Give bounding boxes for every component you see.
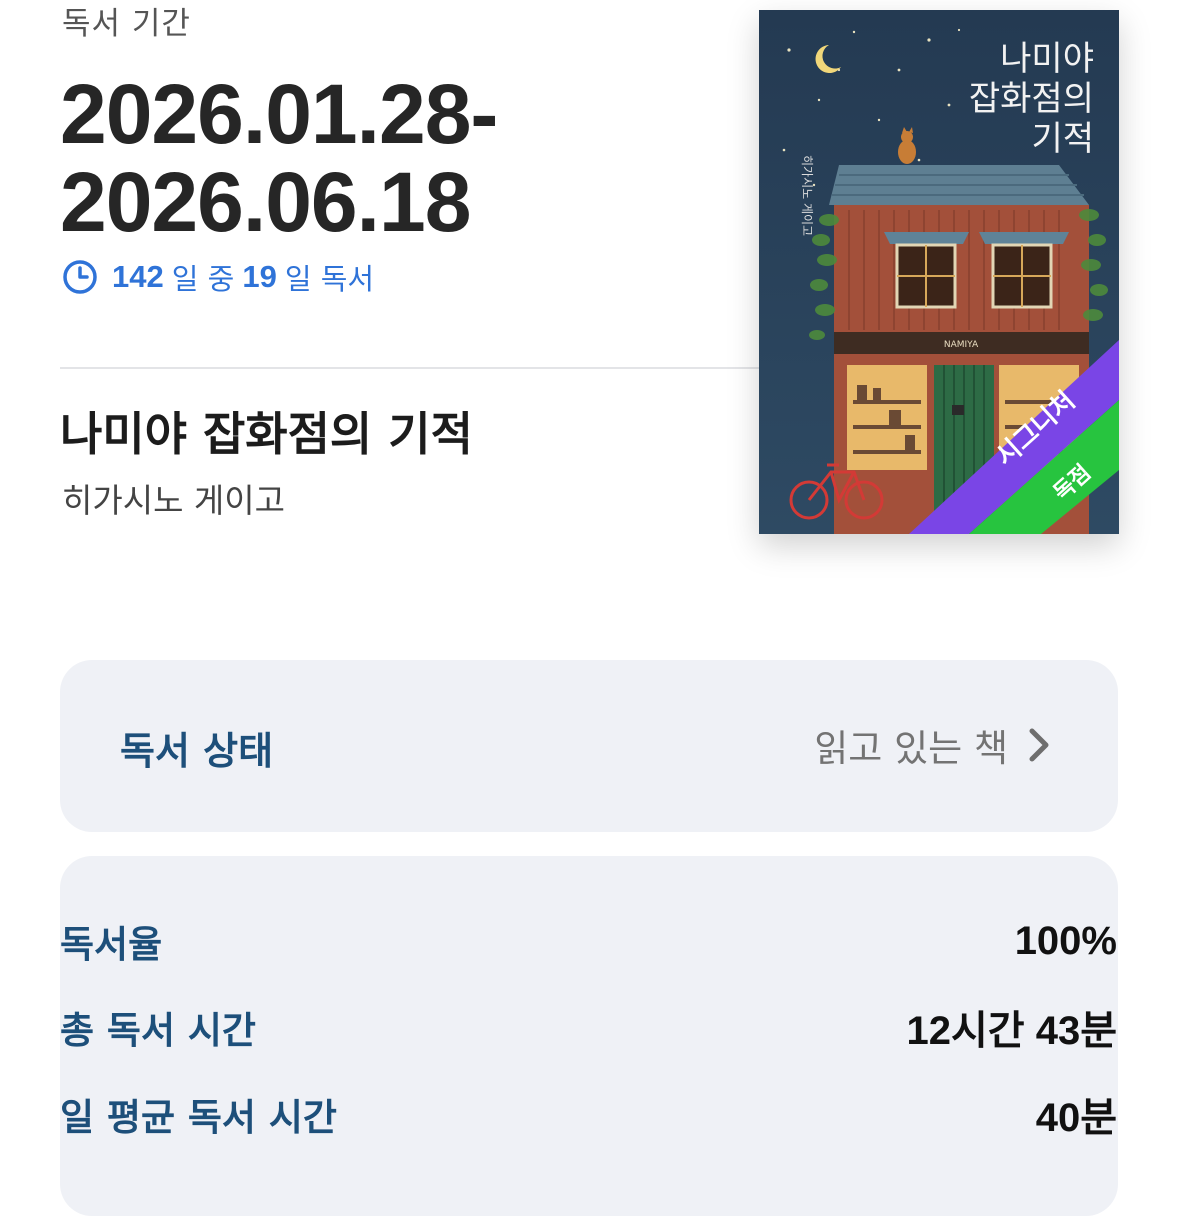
reading-status-value: 읽고 있는 책 xyxy=(814,727,1008,770)
stat-label: 독서율 xyxy=(60,923,163,966)
reading-period-label: 독서 기간 xyxy=(62,6,191,42)
stat-value: 100% xyxy=(1014,918,1117,963)
stat-value: 12시간 43분 xyxy=(906,1009,1118,1053)
book-title: 나미야 잡화점의 기적 xyxy=(60,407,473,461)
shop-sign: NAMIYA xyxy=(944,340,979,350)
svg-text:기적: 기적 xyxy=(1031,119,1094,159)
reading-status-card[interactable]: 독서 상태 읽고 있는 책 xyxy=(60,660,1118,832)
book-author: 히가시노 게이고 xyxy=(62,481,286,520)
chevron-right-icon xyxy=(1029,728,1049,762)
clock-icon xyxy=(63,260,97,294)
book-cover[interactable]: 나미야 잡화점의 기적 히가시노 게이고 NAMIYA 시그니처 독점 xyxy=(759,10,1119,534)
book-cover-illustration: 나미야 잡화점의 기적 히가시노 게이고 NAMIYA 시그니처 독점 xyxy=(759,10,1119,534)
stat-row-daily-average: 일 평균 독서 시간 40분 xyxy=(60,1089,1117,1140)
read-days: 19 xyxy=(242,259,277,294)
stat-row-total-time: 총 독서 시간 12시간 43분 xyxy=(60,1002,1117,1053)
svg-text:잡화점의: 잡화점의 xyxy=(969,79,1094,119)
total-days: 142 xyxy=(112,259,164,294)
end-date: 2026.06.18 xyxy=(60,155,471,249)
stat-value: 40분 xyxy=(1035,1096,1117,1140)
reading-status-value-row[interactable]: 읽고 있는 책 xyxy=(814,718,1052,772)
divider xyxy=(60,367,760,369)
start-date: 2026.01.28- xyxy=(60,67,498,161)
read-days-suffix: 일 독서 xyxy=(284,262,375,296)
svg-text:나미야: 나미야 xyxy=(1000,39,1094,79)
cover-author: 히가시노 게이고 xyxy=(800,155,814,236)
stat-row-reading-rate: 독서율 100% xyxy=(60,916,1117,967)
stat-label: 일 평균 독서 시간 xyxy=(60,1096,337,1139)
stat-label: 총 독서 시간 xyxy=(60,1009,256,1052)
total-days-suffix: 일 중 xyxy=(171,262,235,296)
reading-status-label: 독서 상태 xyxy=(120,729,274,773)
reading-days-progress: 142 일 중 19 일 독서 xyxy=(62,256,374,298)
